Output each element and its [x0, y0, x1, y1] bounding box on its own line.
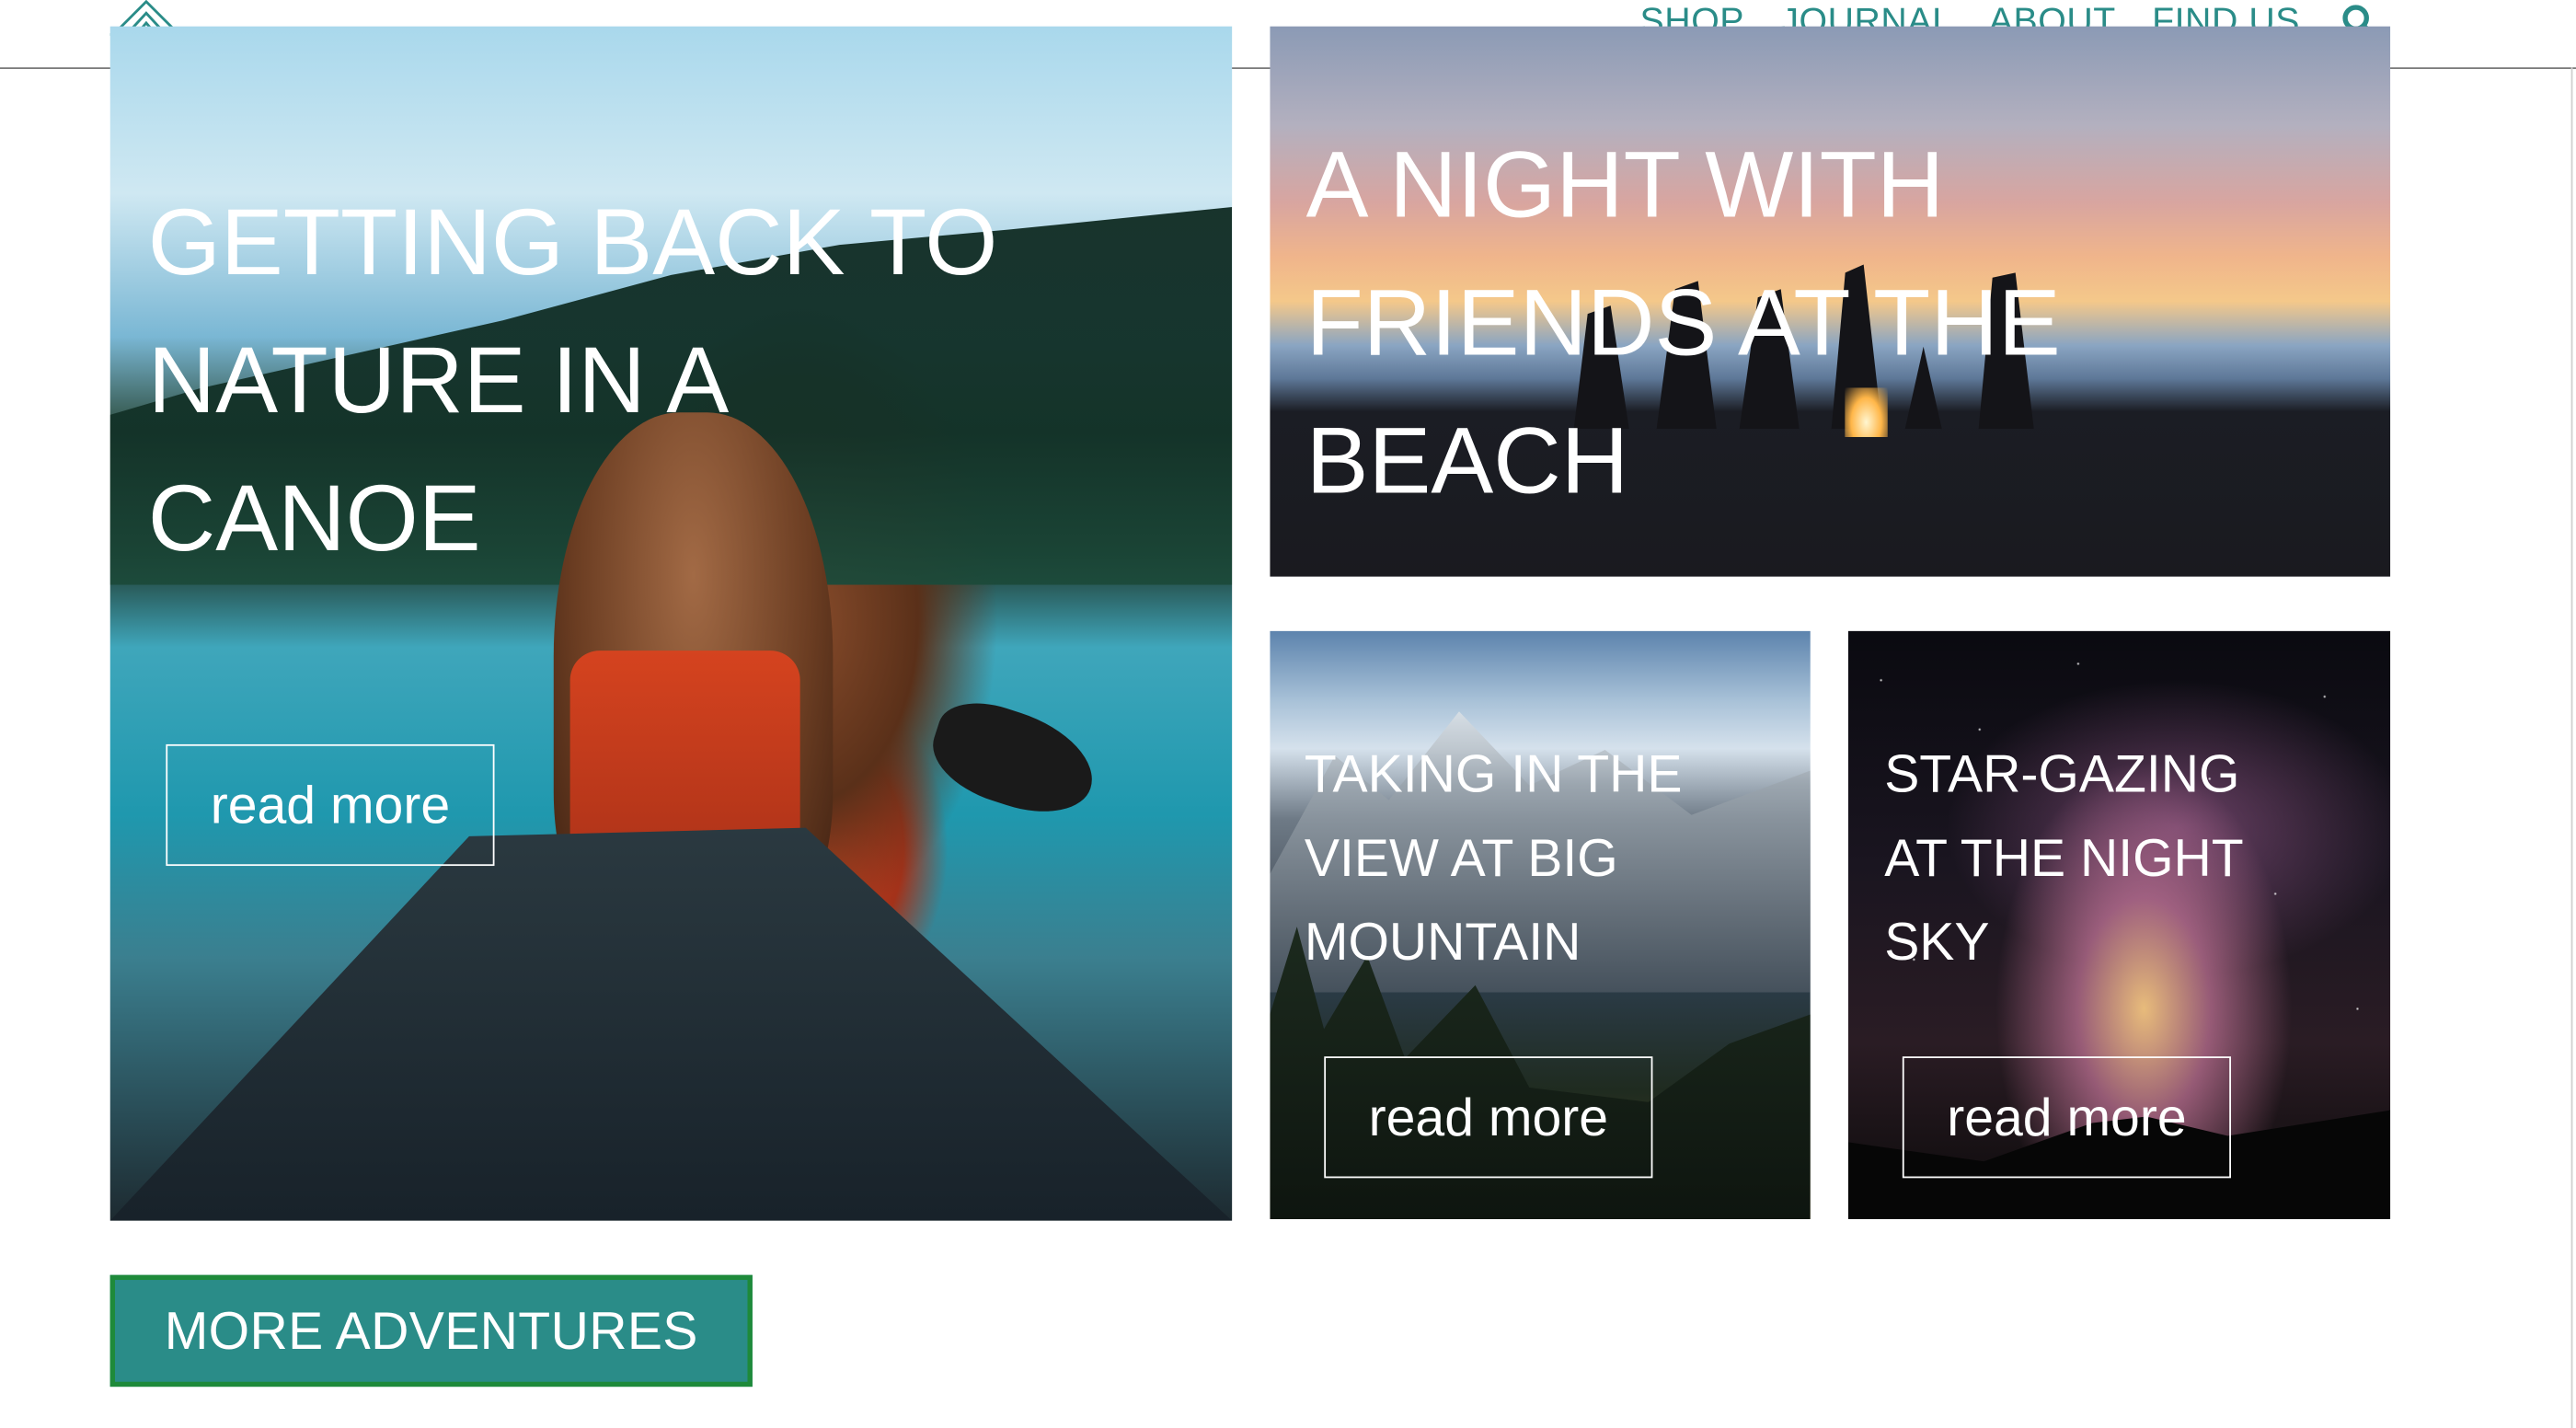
- page-edge-divider: [2570, 67, 2573, 1428]
- story-card-stargazing[interactable]: STAR-GAZING AT THE NIGHT SKY read more: [1847, 630, 2391, 1219]
- story-title: TAKING IN THE VIEW AT BIG MOUNTAIN: [1304, 743, 1683, 972]
- story-title: A NIGHT WITH FRIENDS AT THE BEACH: [1305, 132, 2061, 514]
- page: SHOP JOURNAL ABOUT FIND US GETTING BACK …: [0, 0, 2576, 1428]
- story-card-canoe[interactable]: GETTING BACK TO NATURE IN A CANOE read m…: [109, 26, 1233, 1221]
- read-more-button[interactable]: read more: [166, 743, 495, 867]
- read-more-button[interactable]: read more: [1324, 1056, 1653, 1179]
- story-title: STAR-GAZING AT THE NIGHT SKY: [1884, 743, 2244, 972]
- story-card-mountain[interactable]: TAKING IN THE VIEW AT BIG MOUNTAIN read …: [1270, 630, 1811, 1219]
- story-title: GETTING BACK TO NATURE IN A CANOE: [147, 190, 998, 572]
- story-card-beach[interactable]: A NIGHT WITH FRIENDS AT THE BEACH: [1270, 26, 2391, 577]
- read-more-button[interactable]: read more: [1902, 1056, 2231, 1179]
- more-adventures-button[interactable]: MORE ADVENTURES: [109, 1274, 753, 1388]
